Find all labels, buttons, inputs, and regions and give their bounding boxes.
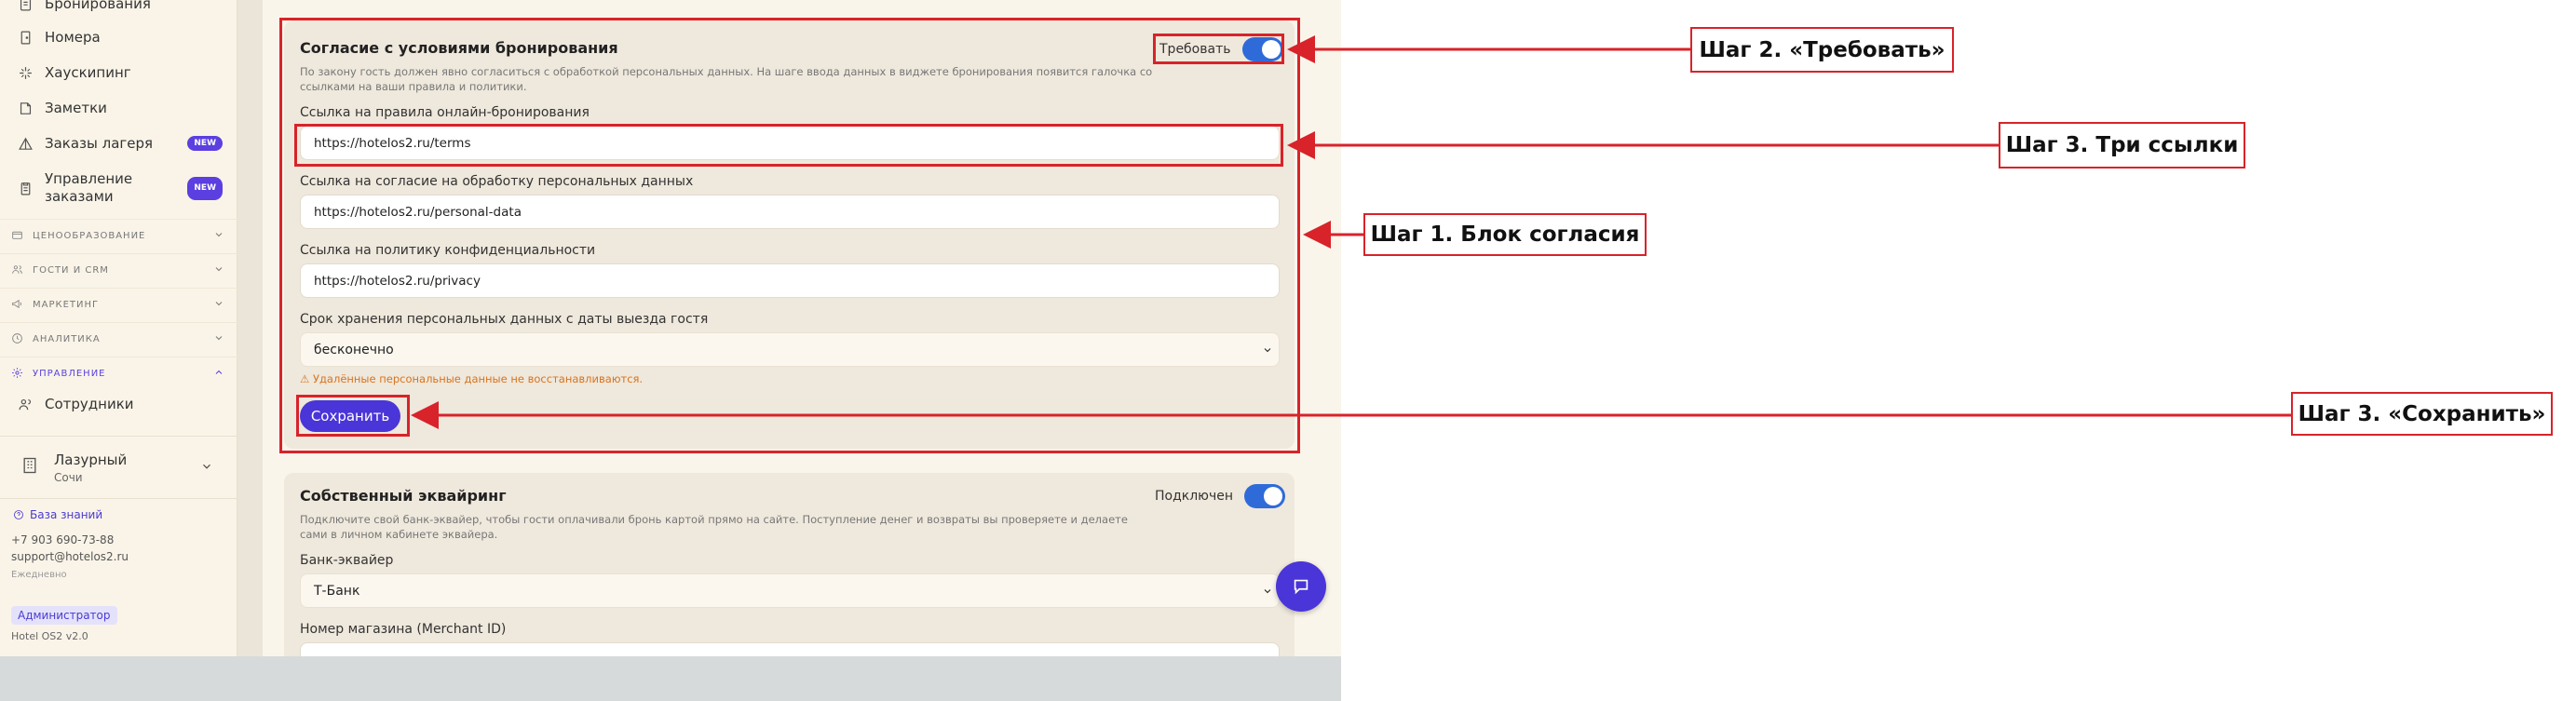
sparkle-icon <box>17 64 34 81</box>
section-management[interactable]: УПРАВЛЕНИЕ <box>0 357 237 390</box>
section-label: АНАЛИТИКА <box>33 334 101 344</box>
clock-icon <box>11 332 33 347</box>
users-icon <box>11 263 33 278</box>
chevron-down-icon <box>200 459 213 477</box>
gear-icon <box>11 367 33 382</box>
chevron-down-icon <box>1262 586 1273 600</box>
chevron-down-icon <box>213 229 224 243</box>
sidebar-item-label: Управление заказами <box>45 170 133 205</box>
acquiring-toggle-label: Подключен <box>1155 489 1233 504</box>
chat-button[interactable] <box>1276 561 1326 612</box>
sidebar-item-staff[interactable]: Сотрудники <box>0 387 237 421</box>
acquiring-card-description: Подключите свой банк-эквайер, чтобы гост… <box>300 513 1128 541</box>
clipboard-icon <box>17 180 34 196</box>
consent-block-highlight <box>279 18 1300 453</box>
note-icon <box>17 100 34 116</box>
building-icon <box>20 456 39 479</box>
terms-input-highlight <box>294 124 1283 167</box>
sidebar-item-label: Заказы лагеря <box>45 135 154 152</box>
wallet-icon <box>11 229 33 244</box>
require-toggle-highlight <box>1153 34 1284 64</box>
hotel-city: Сочи <box>54 470 83 484</box>
section-guests-crm[interactable]: ГОСТИ И CRM <box>0 253 237 287</box>
hotel-switcher[interactable]: Лазурный Сочи <box>0 436 237 499</box>
bank-select[interactable]: Т-Банк <box>300 573 1280 608</box>
callout-step1: Шаг 1. Блок согласия <box>1363 213 1647 256</box>
merchant-id-input[interactable] <box>300 642 1280 656</box>
section-label: ГОСТИ И CRM <box>33 265 109 276</box>
app-version: Hotel OS2 v2.0 <box>11 630 88 642</box>
section-label: МАРКЕТИНГ <box>33 300 100 310</box>
sidebar: Бронирования Номера Хаускипинг Заметки З… <box>0 0 237 656</box>
sidebar-item-bookings[interactable]: Бронирования <box>0 0 237 20</box>
section-label: УПРАВЛЕНИЕ <box>33 369 106 379</box>
new-badge: NEW <box>187 136 223 151</box>
acquiring-toggle-switch[interactable] <box>1244 484 1285 508</box>
callout-step3-save: Шаг 3. «Сохранить» <box>2291 392 2553 436</box>
acquiring-card-title: Собственный эквайринг <box>300 487 507 505</box>
section-analytics[interactable]: АНАЛИТИКА <box>0 322 237 356</box>
role-badge: Администратор <box>11 606 117 625</box>
chat-icon <box>1294 579 1308 595</box>
acquiring-card: Собственный эквайринг Подключите свой ба… <box>284 473 1295 656</box>
megaphone-icon <box>11 298 33 313</box>
sidebar-item-label: Заметки <box>45 100 107 116</box>
merchant-id-label: Номер магазина (Merchant ID) <box>300 622 507 637</box>
acquiring-toggle[interactable]: Подключен <box>1155 484 1285 508</box>
sidebar-item-label: Номера <box>45 29 101 46</box>
sidebar-item-housekeeping[interactable]: Хаускипинг <box>0 56 237 89</box>
bottom-strip <box>0 656 1341 701</box>
sidebar-item-order-management[interactable]: Управление заказами NEW <box>0 165 237 211</box>
door-icon <box>17 29 34 46</box>
chevron-down-icon <box>213 298 224 312</box>
knowledge-base-label: База знаний <box>30 508 103 521</box>
sidebar-item-label: Сотрудники <box>45 396 134 412</box>
callout-step3-links: Шаг 3. Три ссылки <box>1999 122 2245 169</box>
support-hours: Ежедневно <box>11 570 67 580</box>
section-marketing[interactable]: МАРКЕТИНГ <box>0 288 237 321</box>
callout-step2: Шаг 2. «Требовать» <box>1690 27 1954 73</box>
hotel-name: Лазурный <box>54 451 128 468</box>
save-button-highlight <box>296 395 410 437</box>
sidebar-item-notes[interactable]: Заметки <box>0 91 237 125</box>
knowledge-base-link[interactable]: База знаний <box>13 508 102 521</box>
support-phone[interactable]: +7 903 690-73-88 <box>11 533 114 546</box>
help-icon <box>14 510 23 519</box>
tent-icon <box>17 135 34 152</box>
sidebar-item-label: Хаускипинг <box>45 64 131 81</box>
bank-label: Банк-эквайер <box>300 553 394 568</box>
sidebar-item-camp-orders[interactable]: Заказы лагеря NEW <box>0 127 237 160</box>
document-icon <box>17 0 34 12</box>
bank-select-value: Т-Банк <box>314 583 360 599</box>
chevron-down-icon <box>213 263 224 277</box>
section-label: ЦЕНООБРАЗОВАНИЕ <box>33 231 146 241</box>
chevron-down-icon <box>213 332 224 346</box>
chevron-up-icon <box>213 367 224 381</box>
sidebar-item-rooms[interactable]: Номера <box>0 20 237 54</box>
new-badge: NEW <box>187 176 223 200</box>
sidebar-item-label: Бронирования <box>45 0 151 12</box>
section-pricing[interactable]: ЦЕНООБРАЗОВАНИЕ <box>0 219 237 252</box>
users-icon <box>17 396 34 412</box>
support-email[interactable]: support@hotelos2.ru <box>11 550 129 563</box>
